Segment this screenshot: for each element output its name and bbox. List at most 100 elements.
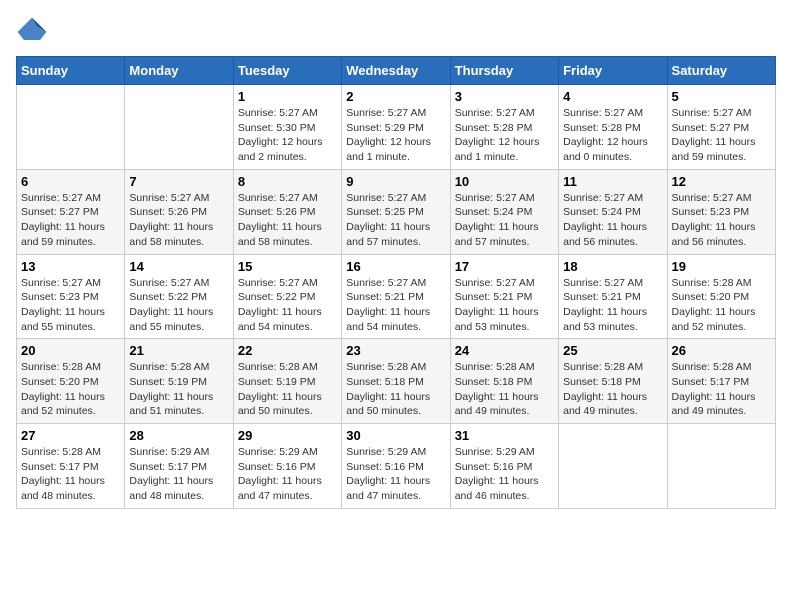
day-number: 12 — [672, 174, 771, 189]
day-number: 13 — [21, 259, 120, 274]
calendar-cell — [559, 424, 667, 509]
day-number: 2 — [346, 89, 445, 104]
day-number: 21 — [129, 343, 228, 358]
calendar-cell: 1 Sunrise: 5:27 AMSunset: 5:30 PMDaylight… — [233, 85, 341, 170]
calendar-week-row: 27 Sunrise: 5:28 AMSunset: 5:17 PMDayligh… — [17, 424, 776, 509]
day-number: 1 — [238, 89, 337, 104]
calendar-cell: 29Sunrise: 5:29 AMSunset: 5:16 PMDayligh… — [233, 424, 341, 509]
day-info: Sunrise: 5:29 AMSunset: 5:17 PMDaylight:… — [129, 445, 228, 504]
day-info: Sunrise: 5:27 AMSunset: 5:21 PMDaylight:… — [346, 276, 445, 335]
day-info: Sunrise: 5:27 AMSunset: 5:21 PMDaylight:… — [563, 276, 662, 335]
day-info: Sunrise: 5:28 AMSunset: 5:20 PMDaylight:… — [672, 276, 771, 335]
day-info: Sunrise: 5:28 AMSunset: 5:17 PMDaylight:… — [672, 360, 771, 419]
day-info: Sunrise: 5:27 AMSunset: 5:22 PMDaylight:… — [238, 276, 337, 335]
calendar-cell: 19 Sunrise: 5:28 AMSunset: 5:20 PMDayligh… — [667, 254, 775, 339]
calendar-cell: 9Sunrise: 5:27 AMSunset: 5:25 PMDaylight… — [342, 169, 450, 254]
day-number: 19 — [672, 259, 771, 274]
calendar-cell: 24Sunrise: 5:28 AMSunset: 5:18 PMDayligh… — [450, 339, 558, 424]
day-info: Sunrise: 5:27 AMSunset: 5:29 PMDaylight:… — [346, 106, 445, 165]
day-info: Sunrise: 5:27 AMSunset: 5:23 PMDaylight:… — [21, 276, 120, 335]
day-number: 8 — [238, 174, 337, 189]
calendar-cell: 27 Sunrise: 5:28 AMSunset: 5:17 PMDayligh… — [17, 424, 125, 509]
calendar-week-row: 1 Sunrise: 5:27 AMSunset: 5:30 PMDaylight… — [17, 85, 776, 170]
day-info: Sunrise: 5:27 AMSunset: 5:27 PMDaylight:… — [672, 106, 771, 165]
calendar-table: SundayMondayTuesdayWednesdayThursdayFrid… — [16, 56, 776, 509]
day-info: Sunrise: 5:28 AMSunset: 5:19 PMDaylight:… — [129, 360, 228, 419]
day-info: Sunrise: 5:27 AMSunset: 5:26 PMDaylight:… — [129, 191, 228, 250]
calendar-cell: 16 Sunrise: 5:27 AMSunset: 5:21 PMDayligh… — [342, 254, 450, 339]
day-info: Sunrise: 5:28 AMSunset: 5:18 PMDaylight:… — [346, 360, 445, 419]
day-info: Sunrise: 5:28 AMSunset: 5:18 PMDaylight:… — [563, 360, 662, 419]
calendar-cell: 10 Sunrise: 5:27 AMSunset: 5:24 PMDayligh… — [450, 169, 558, 254]
calendar-cell: 17 Sunrise: 5:27 AMSunset: 5:21 PMDayligh… — [450, 254, 558, 339]
calendar-cell: 22 Sunrise: 5:28 AMSunset: 5:19 PMDayligh… — [233, 339, 341, 424]
day-number: 6 — [21, 174, 120, 189]
day-number: 4 — [563, 89, 662, 104]
calendar-cell: 8 Sunrise: 5:27 AMSunset: 5:26 PMDaylight… — [233, 169, 341, 254]
header — [16, 16, 776, 48]
day-number: 18 — [563, 259, 662, 274]
calendar-week-row: 20 Sunrise: 5:28 AMSunset: 5:20 PMDayligh… — [17, 339, 776, 424]
calendar-cell: 30Sunrise: 5:29 AMSunset: 5:16 PMDayligh… — [342, 424, 450, 509]
day-info: Sunrise: 5:27 AMSunset: 5:28 PMDaylight:… — [563, 106, 662, 165]
weekday-header-friday: Friday — [559, 57, 667, 85]
logo — [16, 16, 52, 48]
weekday-header-tuesday: Tuesday — [233, 57, 341, 85]
day-number: 24 — [455, 343, 554, 358]
calendar-week-row: 6Sunrise: 5:27 AMSunset: 5:27 PMDaylight… — [17, 169, 776, 254]
day-number: 20 — [21, 343, 120, 358]
day-info: Sunrise: 5:27 AMSunset: 5:26 PMDaylight:… — [238, 191, 337, 250]
calendar-cell: 14Sunrise: 5:27 AMSunset: 5:22 PMDayligh… — [125, 254, 233, 339]
day-number: 7 — [129, 174, 228, 189]
day-number: 10 — [455, 174, 554, 189]
calendar-cell: 21 Sunrise: 5:28 AMSunset: 5:19 PMDayligh… — [125, 339, 233, 424]
day-number: 3 — [455, 89, 554, 104]
day-number: 26 — [672, 343, 771, 358]
calendar-cell: 4 Sunrise: 5:27 AMSunset: 5:28 PMDaylight… — [559, 85, 667, 170]
day-info: Sunrise: 5:29 AMSunset: 5:16 PMDaylight:… — [346, 445, 445, 504]
calendar-cell: 3 Sunrise: 5:27 AMSunset: 5:28 PMDaylight… — [450, 85, 558, 170]
day-number: 14 — [129, 259, 228, 274]
day-info: Sunrise: 5:28 AMSunset: 5:20 PMDaylight:… — [21, 360, 120, 419]
weekday-header-wednesday: Wednesday — [342, 57, 450, 85]
calendar-cell: 20 Sunrise: 5:28 AMSunset: 5:20 PMDayligh… — [17, 339, 125, 424]
calendar-cell: 25 Sunrise: 5:28 AMSunset: 5:18 PMDayligh… — [559, 339, 667, 424]
weekday-header-thursday: Thursday — [450, 57, 558, 85]
day-info: Sunrise: 5:29 AMSunset: 5:16 PMDaylight:… — [238, 445, 337, 504]
weekday-header-sunday: Sunday — [17, 57, 125, 85]
day-number: 15 — [238, 259, 337, 274]
day-number: 17 — [455, 259, 554, 274]
weekday-header-saturday: Saturday — [667, 57, 775, 85]
day-info: Sunrise: 5:28 AMSunset: 5:19 PMDaylight:… — [238, 360, 337, 419]
calendar-cell: 26 Sunrise: 5:28 AMSunset: 5:17 PMDayligh… — [667, 339, 775, 424]
calendar-cell: 2 Sunrise: 5:27 AMSunset: 5:29 PMDaylight… — [342, 85, 450, 170]
calendar-cell — [17, 85, 125, 170]
day-info: Sunrise: 5:29 AMSunset: 5:16 PMDaylight:… — [455, 445, 554, 504]
day-number: 9 — [346, 174, 445, 189]
calendar-cell: 23 Sunrise: 5:28 AMSunset: 5:18 PMDayligh… — [342, 339, 450, 424]
calendar-cell — [667, 424, 775, 509]
calendar-cell: 11 Sunrise: 5:27 AMSunset: 5:24 PMDayligh… — [559, 169, 667, 254]
day-info: Sunrise: 5:27 AMSunset: 5:30 PMDaylight:… — [238, 106, 337, 165]
day-number: 11 — [563, 174, 662, 189]
day-number: 23 — [346, 343, 445, 358]
day-info: Sunrise: 5:27 AMSunset: 5:24 PMDaylight:… — [563, 191, 662, 250]
calendar-cell: 12 Sunrise: 5:27 AMSunset: 5:23 PMDayligh… — [667, 169, 775, 254]
day-info: Sunrise: 5:27 AMSunset: 5:28 PMDaylight:… — [455, 106, 554, 165]
calendar-cell: 7 Sunrise: 5:27 AMSunset: 5:26 PMDaylight… — [125, 169, 233, 254]
day-info: Sunrise: 5:27 AMSunset: 5:21 PMDaylight:… — [455, 276, 554, 335]
day-number: 25 — [563, 343, 662, 358]
calendar-cell: 13 Sunrise: 5:27 AMSunset: 5:23 PMDayligh… — [17, 254, 125, 339]
logo-icon — [16, 16, 48, 48]
day-info: Sunrise: 5:27 AMSunset: 5:23 PMDaylight:… — [672, 191, 771, 250]
day-info: Sunrise: 5:28 AMSunset: 5:17 PMDaylight:… — [21, 445, 120, 504]
day-number: 16 — [346, 259, 445, 274]
calendar-cell: 18 Sunrise: 5:27 AMSunset: 5:21 PMDayligh… — [559, 254, 667, 339]
day-number: 31 — [455, 428, 554, 443]
day-number: 27 — [21, 428, 120, 443]
calendar-cell: 6Sunrise: 5:27 AMSunset: 5:27 PMDaylight… — [17, 169, 125, 254]
day-number: 22 — [238, 343, 337, 358]
calendar-cell: 28Sunrise: 5:29 AMSunset: 5:17 PMDayligh… — [125, 424, 233, 509]
day-info: Sunrise: 5:27 AMSunset: 5:24 PMDaylight:… — [455, 191, 554, 250]
calendar-cell: 15 Sunrise: 5:27 AMSunset: 5:22 PMDayligh… — [233, 254, 341, 339]
